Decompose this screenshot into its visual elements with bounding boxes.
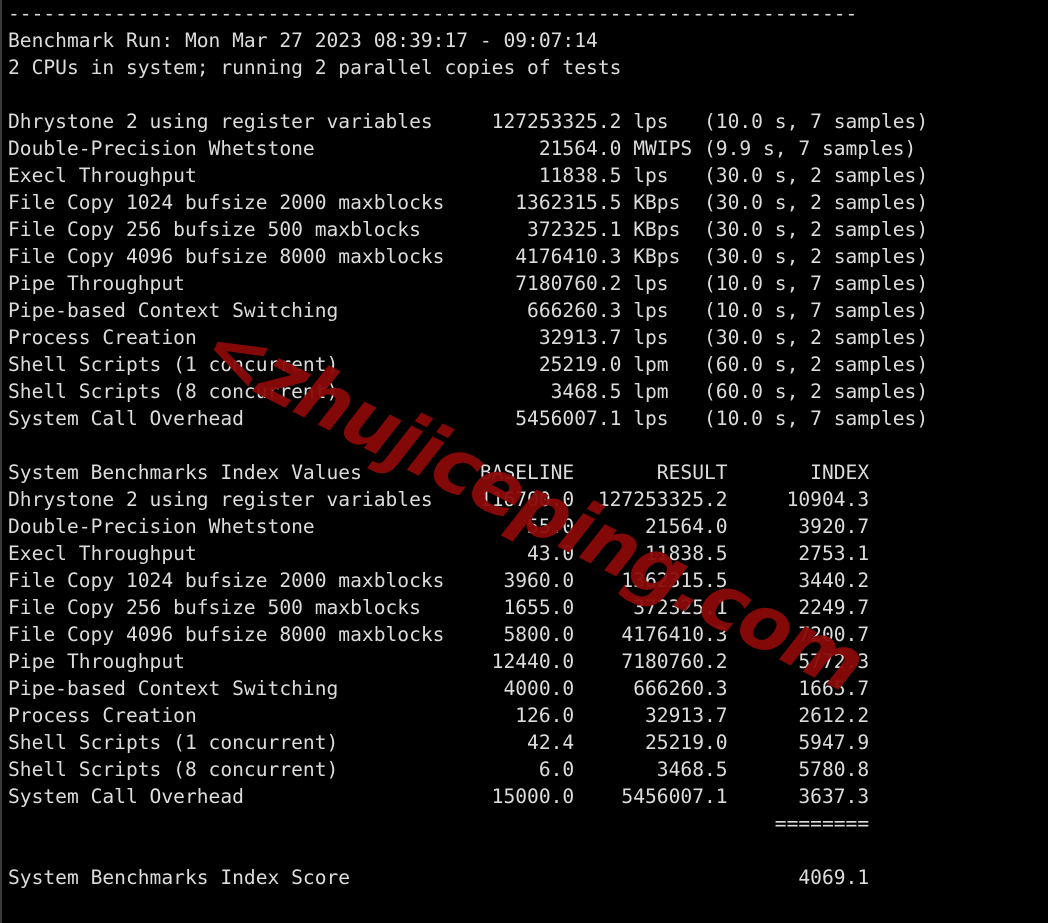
index-table-row: File Copy 256 bufsize 500 maxblocks 1655… — [8, 596, 870, 619]
index-table-row: File Copy 1024 bufsize 2000 maxblocks 39… — [8, 569, 870, 592]
index-table-row: Pipe-based Context Switching 4000.0 6662… — [8, 677, 870, 700]
raw-result-row: System Call Overhead 5456007.1 lps (10.0… — [8, 407, 929, 430]
index-score-line: System Benchmarks Index Score 4069.1 — [8, 866, 870, 889]
index-equals-separator: ======== — [8, 812, 870, 835]
index-table-row: Double-Precision Whetstone 55.0 21564.0 … — [8, 515, 870, 538]
raw-result-row: File Copy 1024 bufsize 2000 maxblocks 13… — [8, 191, 929, 214]
raw-result-row: Dhrystone 2 using register variables 127… — [8, 110, 929, 133]
raw-result-row: Pipe-based Context Switching 666260.3 lp… — [8, 299, 929, 322]
top-separator: ----------------------------------------… — [8, 2, 858, 25]
index-table-row: File Copy 4096 bufsize 8000 maxblocks 58… — [8, 623, 870, 646]
terminal-window: ----------------------------------------… — [0, 0, 1048, 923]
index-table-row: Execl Throughput 43.0 11838.5 2753.1 — [8, 542, 870, 565]
raw-result-row: Shell Scripts (8 concurrent) 3468.5 lpm … — [8, 380, 929, 403]
raw-result-row: File Copy 256 bufsize 500 maxblocks 3723… — [8, 218, 929, 241]
index-table-row: System Call Overhead 15000.0 5456007.1 3… — [8, 785, 870, 808]
raw-result-row: Double-Precision Whetstone 21564.0 MWIPS… — [8, 137, 917, 160]
raw-result-row: Process Creation 32913.7 lps (30.0 s, 2 … — [8, 326, 929, 349]
benchmark-run-line: Benchmark Run: Mon Mar 27 2023 08:39:17 … — [8, 29, 598, 52]
index-table-header: System Benchmarks Index Values BASELINE … — [8, 461, 870, 484]
raw-result-row: Shell Scripts (1 concurrent) 25219.0 lpm… — [8, 353, 929, 376]
index-table-row: Shell Scripts (1 concurrent) 42.4 25219.… — [8, 731, 870, 754]
raw-result-row: File Copy 4096 bufsize 8000 maxblocks 41… — [8, 245, 929, 268]
index-table-row: Dhrystone 2 using register variables 116… — [8, 488, 870, 511]
terminal-output[interactable]: ----------------------------------------… — [2, 0, 1048, 923]
cpu-info-line: 2 CPUs in system; running 2 parallel cop… — [8, 56, 622, 79]
index-table-row: Process Creation 126.0 32913.7 2612.2 — [8, 704, 870, 727]
raw-result-row: Pipe Throughput 7180760.2 lps (10.0 s, 7… — [8, 272, 929, 295]
index-table-row: Shell Scripts (8 concurrent) 6.0 3468.5 … — [8, 758, 870, 781]
index-table-row: Pipe Throughput 12440.0 7180760.2 5772.3 — [8, 650, 870, 673]
raw-result-row: Execl Throughput 11838.5 lps (30.0 s, 2 … — [8, 164, 929, 187]
